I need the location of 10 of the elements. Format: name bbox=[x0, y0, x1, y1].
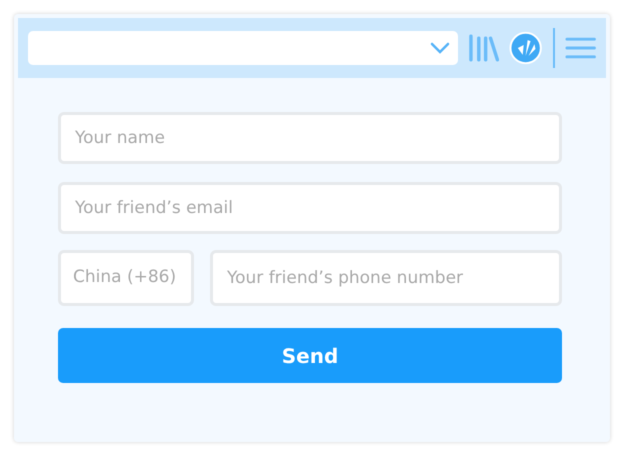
country-code-selector[interactable]: China (+86) bbox=[58, 250, 194, 306]
chevron-down-icon bbox=[430, 42, 450, 54]
send-button[interactable]: Send bbox=[58, 328, 562, 383]
library-icon[interactable] bbox=[468, 32, 500, 64]
logo-icon[interactable] bbox=[509, 31, 543, 65]
email-field[interactable]: Your friend’s email bbox=[58, 182, 562, 234]
menu-icon[interactable] bbox=[564, 36, 596, 60]
phone-field[interactable]: Your friend’s phone number bbox=[210, 250, 562, 306]
dropdown[interactable] bbox=[28, 31, 458, 65]
name-field[interactable]: Your name bbox=[58, 112, 562, 164]
